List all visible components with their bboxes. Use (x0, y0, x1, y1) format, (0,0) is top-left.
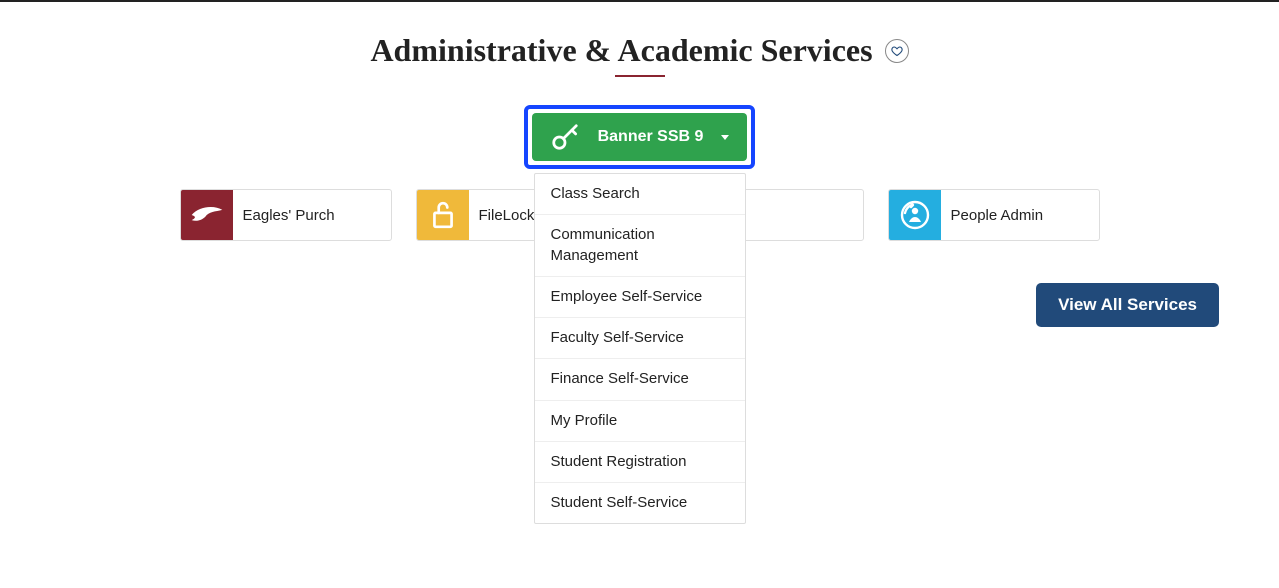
dropdown-item[interactable]: Faculty Self-Service (535, 318, 745, 359)
favorite-heart-icon[interactable] (885, 39, 909, 63)
dropdown-item[interactable]: My Profile (535, 401, 745, 442)
title-underline (615, 75, 665, 77)
card-label: People Admin (941, 190, 1054, 240)
view-all-services-button[interactable]: View All Services (1036, 283, 1219, 327)
person-arrow-icon (889, 190, 941, 240)
dropdown-item[interactable]: Employee Self-Service (535, 277, 745, 318)
caret-down-icon (721, 135, 729, 140)
eagle-icon (181, 190, 233, 240)
banner-button-label: Banner SSB 9 (598, 128, 704, 146)
dropdown-item[interactable]: Student Self-Service (535, 483, 745, 523)
dropdown-item[interactable]: Finance Self-Service (535, 359, 745, 400)
service-card-eagles-purch[interactable]: Eagles' Purch (180, 189, 392, 241)
dropdown-item[interactable]: Student Registration (535, 442, 745, 483)
dropdown-item[interactable]: Communication Management (535, 215, 745, 277)
banner-highlight-box: Banner SSB 9 (524, 105, 756, 169)
page-header: Administrative & Academic Services (60, 32, 1219, 77)
dropdown-item[interactable]: Class Search (535, 174, 745, 215)
banner-dropdown-wrapper: Banner SSB 9 Class Search Communication … (60, 105, 1219, 169)
card-label: Eagles' Purch (233, 190, 345, 240)
banner-ssb-button[interactable]: Banner SSB 9 (532, 113, 748, 161)
banner-dropdown-menu: Class Search Communication Management Em… (534, 173, 746, 524)
service-card-people-admin[interactable]: People Admin (888, 189, 1100, 241)
lock-open-icon (417, 190, 469, 240)
page-title: Administrative & Academic Services (370, 32, 872, 69)
key-icon (550, 122, 580, 152)
